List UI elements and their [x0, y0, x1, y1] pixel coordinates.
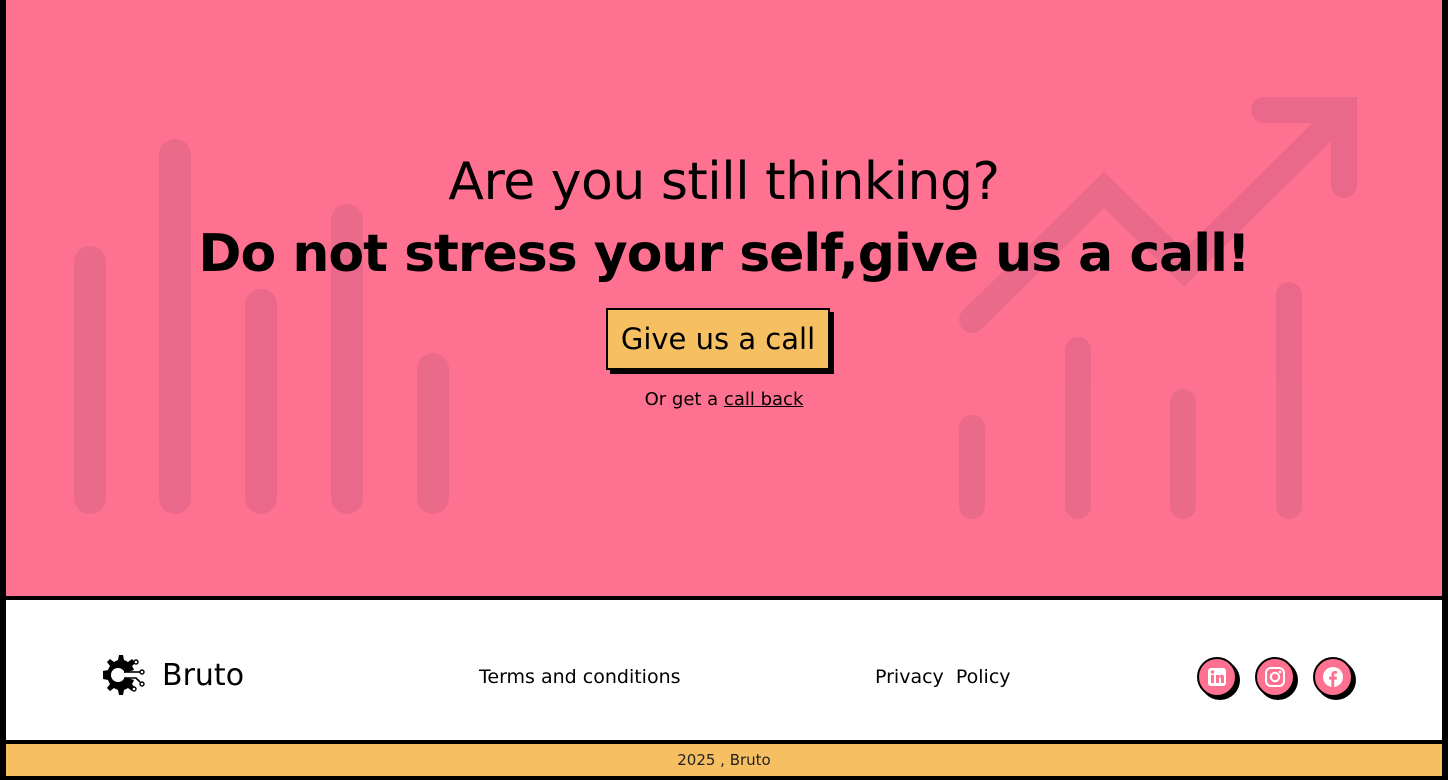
gear-circuit-icon: [103, 655, 145, 695]
facebook-button[interactable]: [1313, 657, 1353, 697]
linkedin-icon: [1208, 668, 1226, 686]
background-chart-illustration: [74, 97, 1357, 519]
cta-hero-section: Are you still thinking? Do not stress yo…: [6, 0, 1442, 596]
hero-headline-question: Are you still thinking?: [448, 152, 1000, 212]
callback-text: Or get a call back: [6, 389, 1442, 410]
terms-and-conditions-link[interactable]: Terms and conditions: [479, 666, 681, 688]
footer: Bruto Terms and conditions Privacy Polic…: [6, 600, 1442, 740]
instagram-icon: [1265, 667, 1285, 687]
facebook-icon: [1323, 667, 1343, 687]
copyright-bar: 2025 , Bruto: [6, 744, 1442, 776]
privacy-policy-link[interactable]: Privacy Policy: [875, 666, 1011, 688]
footer-brand[interactable]: Bruto: [96, 652, 244, 698]
instagram-button[interactable]: [1255, 657, 1295, 697]
hero-headline-call: Do not stress your self,give us a call!: [198, 224, 1250, 284]
callback-prefix: Or get a: [644, 389, 724, 410]
give-us-a-call-button[interactable]: Give us a call: [606, 308, 830, 370]
linkedin-button[interactable]: [1197, 657, 1237, 697]
call-back-link[interactable]: call back: [724, 389, 803, 410]
copyright-text: 2025 , Bruto: [677, 751, 771, 769]
brand-name: Bruto: [162, 657, 245, 693]
